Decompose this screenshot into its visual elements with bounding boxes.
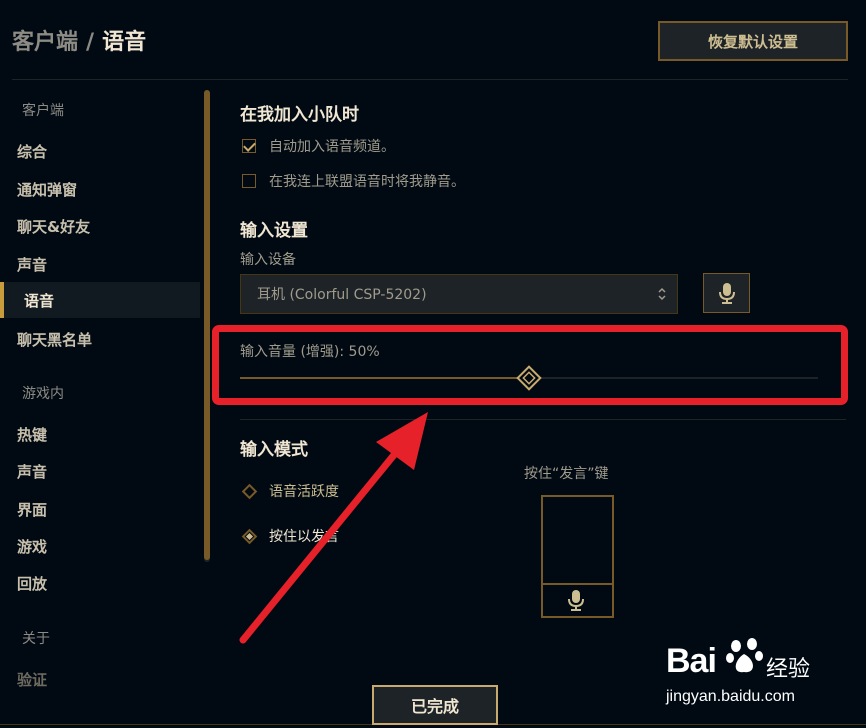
party-section-title: 在我加入小队时 (240, 105, 359, 125)
input-settings-title: 输入设置 (240, 221, 308, 241)
watermark-chinese: 经验 (766, 657, 811, 682)
input-device-label: 输入设备 (240, 252, 296, 268)
microphone-icon (718, 283, 735, 304)
push-to-talk-label: 按住以发言 (269, 529, 339, 545)
push-to-talk-option[interactable]: 按住以发言 (241, 526, 339, 546)
breadcrumb-parent[interactable]: 客户端 (12, 30, 78, 55)
auto-join-checkbox[interactable] (242, 139, 256, 153)
input-device-value: 耳机 (Colorful CSP-5202) (257, 287, 427, 303)
sidebar-item-interface[interactable]: 界面 (17, 499, 47, 520)
done-button[interactable]: 已完成 (372, 685, 498, 725)
mic-test-button[interactable] (703, 273, 750, 313)
sidebar-item-hotkeys[interactable]: 热键 (17, 424, 47, 445)
baidu-watermark: Bai 经验 jingyan.baidu.com (666, 636, 856, 716)
sidebar-item-verification[interactable]: 验证 (17, 669, 47, 690)
push-to-talk-key-binding[interactable] (541, 495, 614, 618)
ptt-divider (543, 583, 612, 585)
auto-join-label: 自动加入语音频道。 (269, 139, 395, 155)
sidebar-item-ingame-sound[interactable]: 声音 (17, 461, 47, 482)
voice-activity-label: 语音活跃度 (269, 484, 339, 500)
watermark-brand: Bai (666, 642, 717, 680)
sidebar-item-general[interactable]: 综合 (17, 141, 47, 162)
auto-join-option[interactable]: 自动加入语音频道。 (242, 136, 395, 156)
sidebar-section-ingame: 游戏内 (22, 386, 64, 402)
sidebar-section-about: 关于 (22, 631, 50, 647)
paw-icon (726, 638, 763, 673)
input-device-select[interactable]: 耳机 (Colorful CSP-5202) (240, 274, 678, 314)
sidebar-item-replays[interactable]: 回放 (17, 573, 47, 594)
microphone-icon (568, 590, 584, 611)
mute-on-connect-option[interactable]: 在我连上联盟语音时将我静音。 (242, 171, 465, 191)
page-title: 客户端 / 语音 (12, 24, 146, 56)
mute-on-connect-checkbox[interactable] (242, 174, 256, 188)
push-to-talk-radio[interactable] (241, 528, 258, 544)
sidebar-item-chat-friends[interactable]: 聊天&好友 (17, 216, 90, 237)
scrollbar-thumb[interactable] (204, 90, 210, 560)
reset-defaults-button[interactable]: 恢复默认设置 (658, 21, 848, 61)
voice-activity-option[interactable]: 语音活跃度 (241, 481, 339, 501)
chevron-updown-icon (658, 287, 666, 301)
section-divider (240, 419, 846, 420)
sidebar-item-sound[interactable]: 声音 (17, 254, 47, 275)
header-divider (12, 79, 848, 80)
breadcrumb-current: 语音 (102, 30, 147, 55)
breadcrumb-separator: / (86, 30, 95, 55)
sidebar-item-chat-blocklist[interactable]: 聊天黑名单 (17, 329, 92, 350)
sidebar-item-voice[interactable]: 语音 (0, 282, 200, 318)
annotation-highlight-box (212, 325, 848, 405)
sidebar-item-notifications[interactable]: 通知弹窗 (17, 179, 77, 200)
watermark-url: jingyan.baidu.com (666, 688, 795, 705)
voice-activity-radio[interactable] (241, 483, 258, 499)
mute-on-connect-label: 在我连上联盟语音时将我静音。 (269, 174, 465, 190)
sidebar-item-game[interactable]: 游戏 (17, 536, 47, 557)
sidebar-section-client: 客户端 (22, 103, 64, 119)
input-mode-title: 输入模式 (240, 440, 308, 460)
push-to-talk-key-label: 按住“发言”键 (524, 466, 609, 482)
